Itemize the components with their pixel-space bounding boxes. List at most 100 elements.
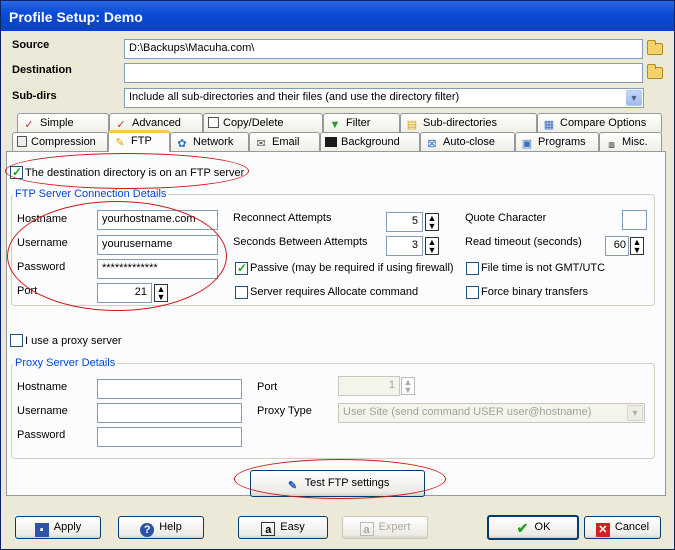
checkmark-icon: ✓ xyxy=(24,119,34,131)
ftp-port-spinner[interactable]: ▲ ▼ xyxy=(154,284,168,302)
floppy-disk-icon: ▪ xyxy=(34,523,49,537)
tab-misc[interactable]: ▥ Misc. xyxy=(599,132,662,151)
tab-simple[interactable]: ✓ Simple xyxy=(17,113,109,132)
checkmark-icon: ✔ xyxy=(516,520,529,536)
compare-grid-icon: ▦ xyxy=(543,119,555,131)
proxy-port-input[interactable]: 1 xyxy=(338,376,400,396)
close-window-icon: ⊠ xyxy=(427,138,437,150)
destination-label: Destination xyxy=(12,64,72,76)
help-button[interactable]: ? Help xyxy=(118,516,204,539)
tab-compare-options[interactable]: ▦ Compare Options xyxy=(537,113,662,132)
allocate-label: Server requires Allocate command xyxy=(250,286,419,298)
network-icon: ✿ xyxy=(177,138,187,150)
expert-button[interactable]: a Expert xyxy=(342,516,428,539)
window-title: Profile Setup: Demo xyxy=(9,9,143,25)
reconnect-spinner[interactable]: ▲ ▼ xyxy=(425,213,439,231)
tab-network[interactable]: ✿ Network xyxy=(170,132,249,151)
seconds-spinner[interactable]: ▲ ▼ xyxy=(425,237,439,255)
destination-field[interactable] xyxy=(124,63,643,83)
ftp-hostname-input[interactable]: yourhostname.com xyxy=(97,210,218,230)
ftp-destination-label: The destination directory is on an FTP s… xyxy=(25,167,245,179)
tab-auto-close[interactable]: ⊠ Auto-close xyxy=(420,132,515,151)
proxy-port-spinner[interactable]: ▲ ▼ xyxy=(401,377,415,395)
proxy-password-input[interactable] xyxy=(97,427,242,447)
subdirs-select[interactable]: Include all sub-directories and their fi… xyxy=(124,88,644,108)
allocate-checkbox[interactable] xyxy=(235,286,248,299)
proxy-username-input[interactable] xyxy=(97,403,242,423)
ftp-username-label: Username xyxy=(17,237,68,249)
profile-setup-window: Profile Setup: Demo Source D:\Backups\Ma… xyxy=(0,0,675,550)
ftp-plug-icon: ✎ xyxy=(115,137,125,149)
tab-background[interactable]: Background xyxy=(320,132,420,151)
quote-char-input[interactable] xyxy=(622,210,647,230)
ftp-tab-panel: The destination directory is on an FTP s… xyxy=(6,151,666,497)
read-timeout-label: Read timeout (seconds) xyxy=(465,236,582,248)
programs-icon: ▣ xyxy=(521,138,533,150)
folder-icon xyxy=(647,40,663,55)
title-bar: Profile Setup: Demo xyxy=(1,1,674,31)
ftp-plug-icon: ✎ xyxy=(288,480,298,492)
destination-browse-button[interactable] xyxy=(645,63,665,83)
folder-icon xyxy=(647,64,663,79)
source-field[interactable]: D:\Backups\Macuha.com\ xyxy=(124,39,643,59)
proxy-type-select[interactable]: User Site (send command USER user@hostna… xyxy=(338,403,645,423)
easy-button[interactable]: a Easy xyxy=(238,516,328,539)
read-timeout-spinner[interactable]: ▲ ▼ xyxy=(630,237,644,255)
ok-button[interactable]: ✔ OK xyxy=(487,515,579,540)
tab-copy-delete[interactable]: Copy/Delete xyxy=(203,113,323,132)
tab-email[interactable]: ✉ Email xyxy=(249,132,320,151)
monitor-icon xyxy=(325,137,337,147)
close-icon: ✕ xyxy=(595,523,610,537)
reconnect-input[interactable]: 5 xyxy=(386,212,423,232)
chevron-down-icon[interactable]: ▼ xyxy=(627,405,643,421)
ftp-port-label: Port xyxy=(17,285,38,297)
passive-label: Passive (may be required if using firewa… xyxy=(250,262,454,274)
ftp-password-label: Password xyxy=(17,261,66,273)
subdirs-label: Sub-dirs xyxy=(12,90,57,102)
seconds-input[interactable]: 3 xyxy=(386,236,423,256)
use-proxy-checkbox[interactable] xyxy=(10,334,23,347)
apply-button[interactable]: ▪ Apply xyxy=(15,516,101,539)
expert-mode-icon: a xyxy=(359,522,374,536)
funnel-icon: ▼ xyxy=(329,119,341,131)
gmt-label: File time is not GMT/UTC xyxy=(481,262,606,274)
help-icon: ? xyxy=(140,523,155,537)
ftp-username-input[interactable]: yourusername xyxy=(97,235,218,255)
proxy-hostname-label: Hostname xyxy=(17,381,68,393)
binary-label: Force binary transfers xyxy=(481,286,588,298)
copy-pages-icon xyxy=(208,117,219,128)
tab-compression[interactable]: Compression xyxy=(12,132,108,151)
easy-mode-icon: a xyxy=(261,522,276,536)
source-browse-button[interactable] xyxy=(645,39,665,59)
proxy-type-label: Proxy Type xyxy=(257,405,312,417)
ftp-hostname-label: Hostname xyxy=(17,213,68,225)
tab-ftp[interactable]: ✎ FTP xyxy=(108,130,170,152)
folder-tree-icon: ▤ xyxy=(406,119,418,131)
quote-char-label: Quote Character xyxy=(465,212,547,224)
envelope-icon: ✉ xyxy=(256,138,266,150)
subdirs-selected-value: Include all sub-directories and their fi… xyxy=(129,91,460,103)
tab-programs[interactable]: ▣ Programs xyxy=(515,132,599,151)
ftp-password-input[interactable]: ************* xyxy=(97,259,218,279)
ftp-port-input[interactable]: 21 xyxy=(97,283,152,303)
compress-icon xyxy=(17,136,27,147)
gmt-checkbox[interactable] xyxy=(466,262,479,275)
proxy-username-label: Username xyxy=(17,405,68,417)
proxy-password-label: Password xyxy=(17,429,66,441)
chevron-down-icon[interactable]: ▼ xyxy=(626,90,642,106)
binary-checkbox[interactable] xyxy=(466,286,479,299)
test-ftp-settings-button[interactable]: ✎ Test FTP settings xyxy=(250,470,425,497)
use-proxy-label: I use a proxy server xyxy=(25,335,122,347)
cancel-button[interactable]: ✕ Cancel xyxy=(584,516,661,539)
proxy-hostname-input[interactable] xyxy=(97,379,242,399)
tab-filter[interactable]: ▼ Filter xyxy=(323,113,400,132)
proxy-group-title: Proxy Server Details xyxy=(13,357,118,369)
read-timeout-input[interactable]: 60 xyxy=(605,236,629,256)
tab-sub-directories[interactable]: ▤ Sub-directories xyxy=(400,113,537,132)
source-label: Source xyxy=(12,39,50,51)
passive-checkbox[interactable] xyxy=(235,261,248,275)
reconnect-label: Reconnect Attempts xyxy=(233,212,332,224)
ftp-destination-checkbox[interactable] xyxy=(10,165,23,179)
seconds-label: Seconds Between Attempts xyxy=(233,236,368,248)
proxy-port-label: Port xyxy=(257,381,278,393)
